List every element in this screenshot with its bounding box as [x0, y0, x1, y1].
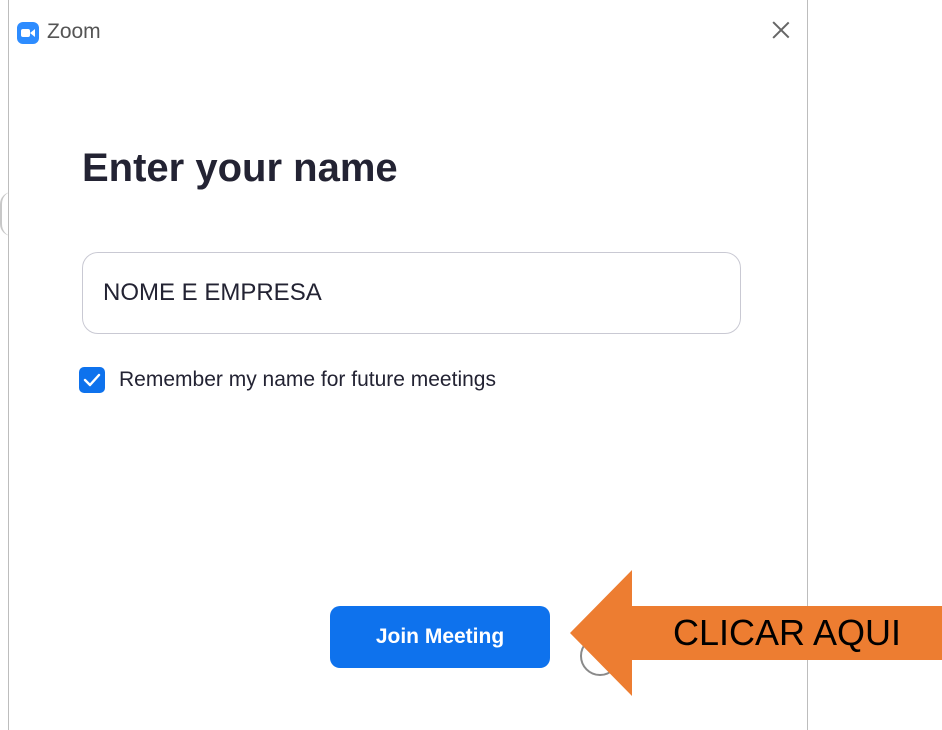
- checkmark-icon: [83, 373, 101, 387]
- remember-name-label: Remember my name for future meetings: [119, 368, 496, 391]
- title-bar: Zoom: [9, 0, 807, 64]
- page-title: Enter your name: [82, 146, 398, 190]
- name-input[interactable]: [82, 252, 741, 334]
- close-icon[interactable]: [765, 14, 797, 46]
- annotation-label: CLICAR AQUI: [672, 612, 902, 653]
- remember-name-option[interactable]: Remember my name for future meetings: [79, 364, 496, 396]
- zoom-camera-icon: [17, 22, 39, 44]
- join-meeting-button[interactable]: Join Meeting: [330, 606, 550, 668]
- remember-name-checkbox[interactable]: [79, 367, 105, 393]
- screen: Zoom Enter your name Remember my name fo…: [0, 0, 942, 730]
- window-title: Zoom: [47, 20, 101, 43]
